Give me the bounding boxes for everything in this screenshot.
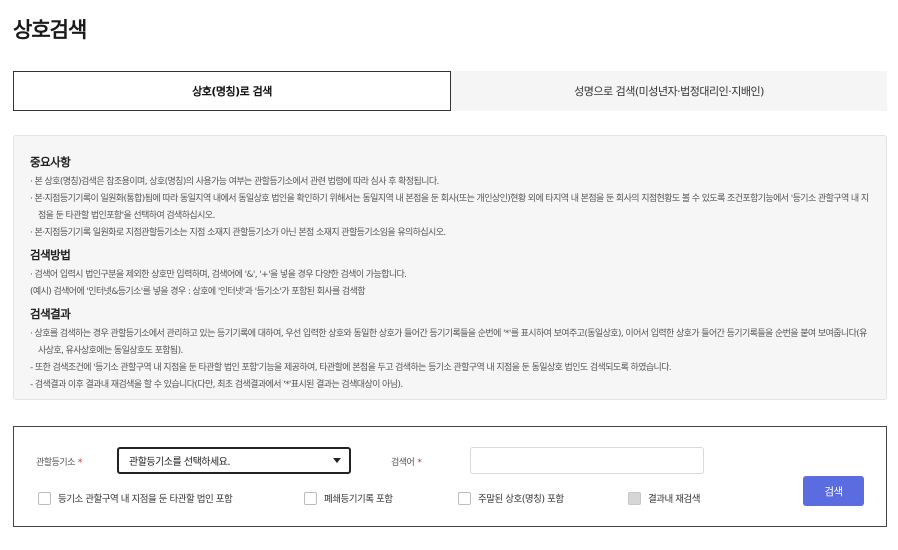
checkbox-include-closed[interactable]: 폐쇄등기기록 포함 [304, 491, 393, 505]
required-mark: * [417, 458, 422, 468]
notice-heading-result: 검색결과 [30, 307, 71, 321]
keyword-input[interactable] [470, 447, 704, 474]
notice-line: · 본·지점등기기록 일원화로 지점관할등기소는 지점 소재지 관할등기소가 아… [30, 228, 446, 238]
checkbox-include-branch[interactable]: 등기소 관할구역 내 지점을 둔 타관할 법인 포함 [38, 491, 233, 505]
tab-search-by-person-name[interactable]: 성명으로 검색(미성년자·법정대리인·지배인) [451, 71, 887, 111]
checkbox-include-erased[interactable]: 주말된 상호(명칭) 포함 [458, 491, 564, 505]
required-mark: * [77, 458, 83, 468]
search-tabs: 상호(명칭)로 검색 성명으로 검색(미성년자·법정대리인·지배인) [13, 71, 887, 111]
notice-box: 중요사항 · 본 상호(명칭)검색은 참조용이며, 상호(명칭)의 사용가능 여… [13, 135, 887, 400]
checkbox-box[interactable] [304, 491, 317, 505]
notice-heading-method: 검색방법 [30, 248, 71, 262]
checkbox-box[interactable] [458, 491, 471, 505]
notice-line: · 본·지점등기기록이 일원화(통합)됨에 따라 동일지역 내에서 동일상호 법… [30, 194, 869, 221]
tab-search-by-company-name[interactable]: 상호(명칭)로 검색 [13, 71, 451, 111]
caret-down-icon [333, 458, 341, 463]
registry-select-value: 관할등기소를 선택하세요. [129, 457, 231, 468]
notice-line: · 상호를 검색하는 경우 관할등기소에서 관리하고 있는 등기기록에 대하여,… [30, 329, 867, 356]
checkbox-box[interactable] [38, 491, 51, 505]
checkbox-search-within-results: 결과내 재검색 [628, 491, 700, 505]
search-form: 관할등기소 * 관할등기소를 선택하세요. 검색어 * 등기소 관할구역 내 지점을… [13, 426, 887, 527]
page-title: 상호검색 [13, 18, 87, 42]
notice-line: (예시) 검색어에 '인터넷&등기소'를 넣을 경우 : 상호에 '인터넷'과 … [30, 287, 366, 297]
search-button[interactable]: 검색 [803, 476, 864, 506]
registry-label: 관할등기소 * [36, 458, 83, 468]
checkbox-box [628, 491, 641, 505]
registry-select[interactable]: 관할등기소를 선택하세요. [117, 447, 351, 474]
keyword-label: 검색어 * [391, 458, 422, 468]
notice-heading-important: 중요사항 [30, 155, 71, 169]
notice-line: · 검색어 입력시 법인구분을 제외한 상호만 입력하며, 검색어에 '&', … [30, 270, 407, 280]
notice-line: - 또한 검색조건에 '등기소 관할구역 내 지점을 둔 타관할 법인 포함'기… [30, 363, 672, 373]
notice-line: · 본 상호(명칭)검색은 참조용이며, 상호(명칭)의 사용가능 여부는 관할… [30, 177, 439, 187]
notice-line: - 검색결과 이후 결과내 재검색을 할 수 있습니다(다만, 최초 검색결과에… [30, 380, 403, 390]
